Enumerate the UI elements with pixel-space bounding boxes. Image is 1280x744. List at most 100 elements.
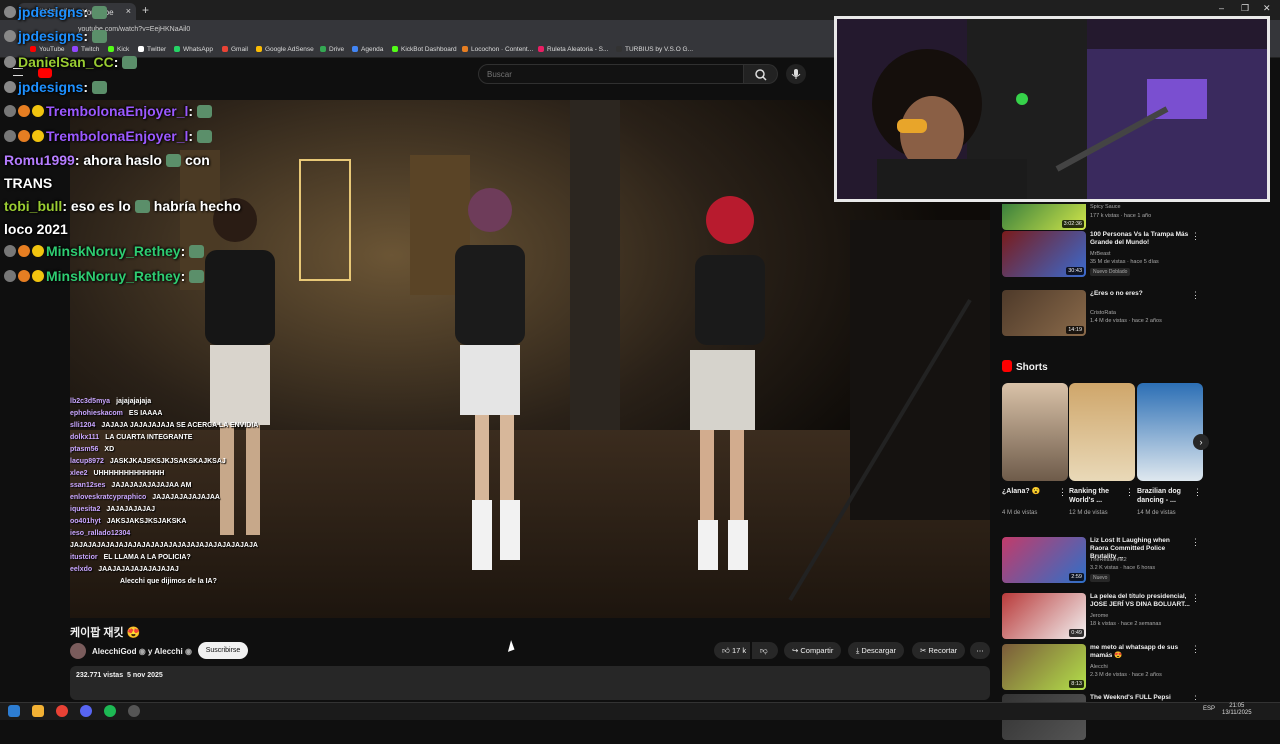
more-options-icon[interactable]: ⋮ [1191, 593, 1200, 604]
short-thumbnail[interactable] [1002, 383, 1068, 481]
recommended-channel[interactable]: Jerome [1090, 613, 1108, 619]
chat-username[interactable]: TrembolonaEnjoyer_l [46, 128, 188, 144]
subscribe-button[interactable]: Suscribirse [198, 642, 248, 659]
video-thumbnail[interactable]: 14:19 [1002, 290, 1086, 336]
start-icon[interactable] [8, 705, 20, 717]
recommended-video[interactable]: 30:43 100 Personas Vs la Trampa Más Grand… [1002, 231, 1202, 281]
recommended-video[interactable]: 3:02:363 Hour ParkourSpicy Sauce177 k vi… [1002, 204, 1202, 230]
discord-icon[interactable] [80, 705, 92, 717]
taskbar-clock[interactable]: 21:05 13/11/2025 [1222, 703, 1252, 717]
chat-username[interactable]: TrembolonaEnjoyer_l [46, 103, 188, 119]
short-options-icon[interactable]: ⋮ [1193, 487, 1202, 498]
share-button[interactable]: ↪ Compartir [784, 642, 842, 659]
bookmark-kick[interactable]: Kick [108, 46, 129, 53]
chat-username[interactable]: jpdesigns [18, 79, 83, 95]
recommended-title[interactable]: ¿Eres o no eres? [1090, 290, 1190, 298]
chat-badge-icon [4, 81, 16, 93]
more-options-icon[interactable]: ⋮ [1191, 290, 1200, 301]
chat-username[interactable]: DanielSan_CC [18, 54, 114, 70]
short-thumbnail[interactable] [1069, 383, 1135, 481]
search-button[interactable] [744, 64, 778, 84]
bookmark-ruleta[interactable]: Ruleta Aleatoria - S... [538, 46, 608, 53]
chat-text: : [83, 79, 89, 95]
bookmark-gmail[interactable]: Gmail [222, 46, 248, 53]
bookmark-drive[interactable]: Drive [320, 46, 344, 53]
recommended-title[interactable]: La pelea del título presidencial, JOSE J… [1090, 593, 1190, 609]
file-explorer-icon[interactable] [32, 705, 44, 717]
video-thumbnail[interactable]: 30:43 [1002, 231, 1086, 277]
tab-close-icon[interactable]: × [126, 6, 131, 16]
danmaku-comment: ptasm56 XD [70, 446, 114, 453]
new-tab-button[interactable]: + [142, 3, 149, 17]
chat-emote-icon [189, 270, 205, 283]
dislike-button[interactable]: 👎︎ [752, 642, 778, 659]
shorts-next-button[interactable]: › [1193, 434, 1209, 450]
short-options-icon[interactable]: ⋮ [1125, 487, 1134, 498]
channel-name[interactable]: AlecchiGod ◉ y Alecchi ◉ [92, 647, 192, 656]
obs-icon[interactable] [128, 705, 140, 717]
danmaku-text: JAJAJAJAJAJAJAJAJAJAJAJAJAJAJAJAJAJAJAJA… [70, 542, 258, 549]
chrome-icon[interactable] [56, 705, 68, 717]
bookmark-adsense[interactable]: Google AdSense [256, 46, 314, 53]
recommended-video[interactable]: 0:49 La pelea del título presidencial, JO… [1002, 593, 1202, 643]
close-window-button[interactable]: ✕ [1263, 3, 1271, 14]
recommended-title[interactable]: 100 Personas Vs la Trampa Más Grande del… [1090, 231, 1190, 247]
recommended-video[interactable]: 2:59 Liz Lost It Laughing when Raora Comm… [1002, 537, 1202, 587]
bookmark-twitch[interactable]: Twitch [72, 46, 99, 53]
short-title[interactable]: Ranking the World's ... [1069, 487, 1127, 505]
short-thumbnail[interactable] [1137, 383, 1203, 481]
recommended-video[interactable]: 14:19 ¿Eres o no eres? CristoRata 1.4 M de … [1002, 290, 1202, 340]
recommended-channel[interactable]: MrBeast [1090, 251, 1110, 257]
search-input[interactable] [478, 64, 744, 84]
chat-username[interactable]: MinskNoruy_Rethey [46, 243, 181, 259]
webcam-feed [837, 19, 1267, 199]
chat-username[interactable]: MinskNoruy_Rethey [46, 268, 181, 284]
bookmark-twitter[interactable]: Twitter [138, 46, 166, 53]
like-button[interactable]: 👍︎ 17 k [714, 642, 750, 659]
more-options-icon[interactable]: ⋮ [1191, 644, 1200, 655]
chat-username[interactable]: jpdesigns [18, 4, 83, 20]
channel-avatar[interactable] [70, 643, 86, 659]
chat-username[interactable]: jpdesigns [18, 28, 83, 44]
recommended-channel[interactable]: CristoRata [1090, 310, 1116, 316]
minimize-button[interactable]: – [1219, 3, 1224, 13]
video-thumbnail[interactable]: 2:59 [1002, 537, 1086, 583]
bookmark-kickbot[interactable]: KickBot Dashboard [392, 46, 457, 53]
video-thumbnail[interactable]: 3:02:36 [1002, 204, 1086, 230]
recommended-video[interactable]: 8:13 me meto al whatsapp de sus mamás 😍 Al… [1002, 644, 1202, 694]
short-title[interactable]: ¿Alana? 😮 [1002, 487, 1060, 496]
download-button[interactable]: ⤓ Descargar [848, 642, 905, 659]
bookmark-whatsapp[interactable]: WhatsApp [174, 46, 213, 53]
danmaku-comment: eelxdo JAAJAJAJAJAJAJAJAJ [70, 566, 179, 573]
language-indicator[interactable]: ESP [1203, 706, 1215, 712]
bookmark-locochon[interactable]: Locochon · Content... [462, 46, 533, 53]
more-actions-button[interactable]: ⋯ [970, 642, 990, 659]
bookmark-turbius[interactable]: TURBIUS by V.S.O G... [616, 46, 693, 53]
recommended-channel[interactable]: Spicy Sauce [1090, 204, 1121, 210]
clip-button[interactable]: ✂ Recortar [912, 642, 966, 659]
scissors-icon: ✂ [920, 646, 927, 655]
video-thumbnail[interactable]: 8:13 [1002, 644, 1086, 690]
danmaku-text: jajajajajaja [116, 398, 152, 405]
recommended-title[interactable]: me meto al whatsapp de sus mamás 😍 [1090, 644, 1190, 660]
bookmark-agenda[interactable]: Agenda [352, 46, 383, 53]
more-options-icon[interactable]: ⋮ [1191, 537, 1200, 548]
description-box[interactable] [70, 666, 990, 700]
recommended-channel[interactable]: TheRealDrelk2 [1090, 557, 1127, 563]
more-options-icon[interactable]: ⋮ [1191, 231, 1200, 242]
bookmark-youtube[interactable]: YouTube [30, 46, 65, 53]
spotify-icon[interactable] [104, 705, 116, 717]
danmaku-comment: enloveskratcypraphico JAJAJAJAJAJAJAA [70, 494, 220, 501]
maximize-button[interactable]: ❐ [1241, 3, 1249, 14]
chat-username[interactable]: tobi_bull [4, 198, 62, 214]
recommended-channel[interactable]: Alecchi [1090, 664, 1108, 670]
chat-message: MinskNoruy_Rethey: [4, 268, 205, 284]
search-icon [755, 69, 767, 81]
voice-search-button[interactable] [786, 64, 806, 84]
video-thumbnail[interactable]: 0:49 [1002, 593, 1086, 639]
short-title[interactable]: Brazilian dog dancing - ... [1137, 487, 1195, 505]
chat-message: TrembolonaEnjoyer_l: [4, 103, 213, 119]
chat-username[interactable]: Romu1999 [4, 152, 75, 168]
danmaku-text: JAAJAJAJAJAJAJAJAJ [98, 566, 179, 573]
short-options-icon[interactable]: ⋮ [1058, 487, 1067, 498]
